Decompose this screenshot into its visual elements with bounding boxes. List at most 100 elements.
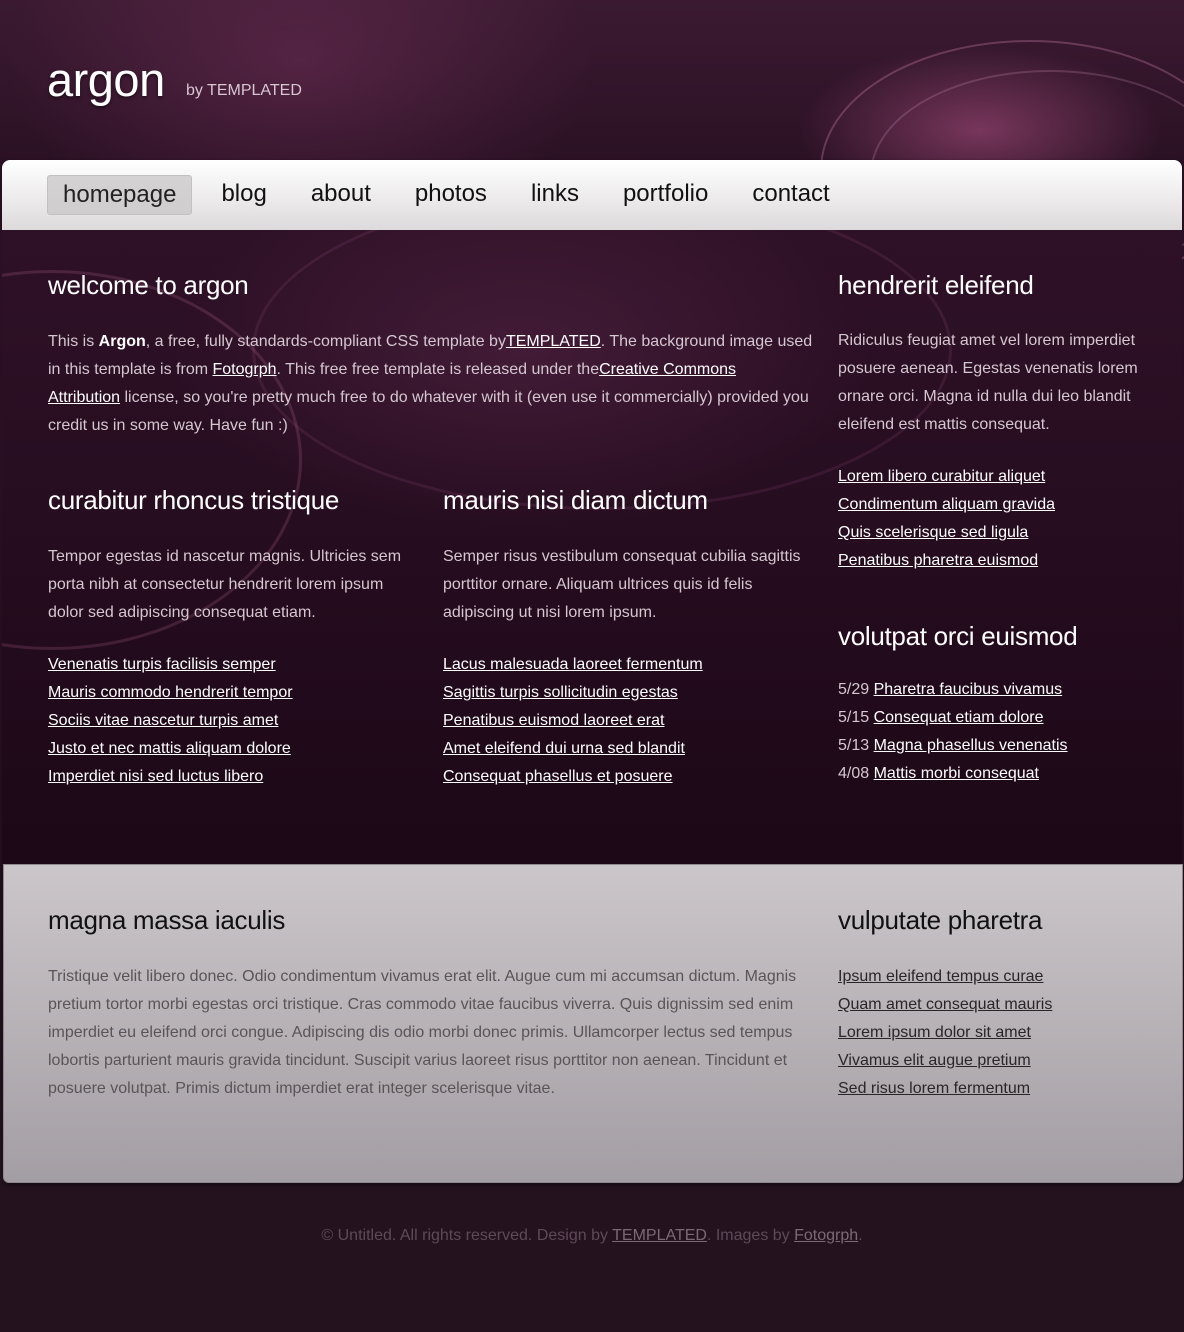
dated-links: 5/29 Pharetra faucibus vivamus 5/15 Cons… [838,676,1148,788]
list-item: Lorem libero curabitur aliquet [838,463,1148,491]
footer-text: Tristique velit libero donec. Odio condi… [48,968,797,1097]
copyright-text: . Images by [706,1227,795,1244]
nav-item-photos[interactable]: photos [400,175,502,215]
list-item: Lacus malesuada laoreet fermentum [443,651,813,679]
copyright: © Untitled. All rights reserved. Design … [0,1227,1184,1245]
left-link-5[interactable]: Imperdiet nisi sed luctus libero [48,768,263,785]
sidebar: hendrerit eleifend Ridiculus feugiat ame… [838,270,1148,788]
footer-title: magna massa iaculis [48,905,286,935]
welcome-text-part: , a free, fully standards-compliant CSS … [145,333,506,350]
sidebar-link-1[interactable]: Lorem libero curabitur aliquet [838,468,1045,485]
footer-link-2[interactable]: Quam amet consequat mauris [838,996,1052,1013]
list-item: 5/29 Pharetra faucibus vivamus [838,676,1148,704]
left-link-3[interactable]: Sociis vitae nascetur turpis amet [48,712,278,729]
welcome-text-part: This is [48,333,99,350]
footer-link-1[interactable]: Ipsum eleifend tempus curae [838,968,1043,985]
sidebar-link-2[interactable]: Condimentum aliquam gravida [838,496,1055,513]
main-content: welcome to argon This is Argon, a free, … [2,230,1182,864]
nav-item-links[interactable]: links [516,175,594,215]
left-column: curabitur rhoncus tristique Tempor egest… [48,485,418,791]
left-link-1[interactable]: Venenatis turpis facilisis semper [48,656,276,673]
footer-links: Ipsum eleifend tempus curae Quam amet co… [838,963,1148,1103]
templated-link[interactable]: TEMPLATED [506,333,601,350]
site-logo[interactable]: argon [47,52,165,107]
dated-link-1[interactable]: Pharetra faucibus vivamus [874,681,1063,698]
middle-column: mauris nisi diam dictum Semper risus ves… [443,485,813,791]
welcome-text-part: . This free free template is released un… [276,361,600,378]
list-item: Consequat phasellus et posuere [443,763,813,791]
main-nav: homepage blog about photos links portfol… [2,160,1182,230]
middle-link-2[interactable]: Sagittis turpis sollicitudin egestas [443,684,678,701]
sidebar-text: Ridiculus feugiat amet vel lorem imperdi… [838,332,1138,433]
list-item: Ipsum eleifend tempus curae [838,963,1148,991]
fotogrph-link[interactable]: Fotogrph [213,361,277,378]
list-item: Justo et nec mattis aliquam dolore [48,735,418,763]
middle-link-3[interactable]: Penatibus euismod laoreet erat [443,712,664,729]
list-item: Sed risus lorem fermentum [838,1075,1148,1103]
copyright-templated-link[interactable]: TEMPLATED [612,1227,707,1244]
sidebar-link-3[interactable]: Quis scelerisque sed ligula [838,524,1028,541]
list-item: 5/13 Magna phasellus venenatis [838,732,1148,760]
list-item: 4/08 Mattis morbi consequat [838,760,1148,788]
copyright-text: . [858,1227,863,1244]
post-date: 5/15 [838,709,874,726]
welcome-text-part: license, so you're pretty much free to d… [48,389,809,434]
copyright-text: © Untitled. All rights reserved. Design … [321,1227,613,1244]
site-byline: by TEMPLATED [186,82,302,99]
welcome-brand: Argon [98,333,146,350]
welcome-title: welcome to argon [48,270,249,300]
middle-column-text: Semper risus vestibulum consequat cubili… [443,548,801,621]
creative-commons-link[interactable]: Creative Commons [599,361,736,378]
list-item: Venenatis turpis facilisis semper [48,651,418,679]
nav-item-contact[interactable]: contact [737,175,844,215]
welcome-section: welcome to argon This is Argon, a free, … [48,270,818,440]
middle-column-title: mauris nisi diam dictum [443,485,708,515]
post-date: 4/08 [838,765,874,782]
footer-side-title: vulputate pharetra [838,905,1043,935]
list-item: Mauris commodo hendrerit tempor [48,679,418,707]
list-item: Sociis vitae nascetur turpis amet [48,707,418,735]
footer-main-column: magna massa iaculis Tristique velit libe… [48,905,808,1103]
nav-item-about[interactable]: about [296,175,386,215]
copyright-fotogrph-link[interactable]: Fotogrph [794,1227,858,1244]
footer-link-3[interactable]: Lorem ipsum dolor sit amet [838,1024,1031,1041]
middle-column-links: Lacus malesuada laoreet fermentum Sagitt… [443,651,813,791]
list-item: Imperdiet nisi sed luctus libero [48,763,418,791]
nav-item-homepage[interactable]: homepage [47,175,193,215]
middle-link-5[interactable]: Consequat phasellus et posuere [443,768,673,785]
nav-item-blog[interactable]: blog [206,175,281,215]
footer-side-column: vulputate pharetra Ipsum eleifend tempus… [838,905,1148,1103]
left-link-4[interactable]: Justo et nec mattis aliquam dolore [48,740,291,757]
attribution-link[interactable]: Attribution [48,389,120,406]
nav-item-portfolio[interactable]: portfolio [608,175,723,215]
left-column-text: Tempor egestas id nascetur magnis. Ultri… [48,548,402,621]
dated-link-4[interactable]: Mattis morbi consequat [874,765,1039,782]
sidebar-link-4[interactable]: Penatibus pharetra euismod [838,552,1038,569]
footer-link-5[interactable]: Sed risus lorem fermentum [838,1080,1030,1097]
list-item: Quam amet consequat mauris [838,991,1148,1019]
list-item: Quis scelerisque sed ligula [838,519,1148,547]
list-item: Lorem ipsum dolor sit amet [838,1019,1148,1047]
post-date: 5/29 [838,681,874,698]
middle-link-1[interactable]: Lacus malesuada laoreet fermentum [443,656,703,673]
nav-list: homepage blog about photos links portfol… [47,175,859,215]
left-column-links: Venenatis turpis facilisis semper Mauris… [48,651,418,791]
dated-link-3[interactable]: Magna phasellus venenatis [874,737,1068,754]
welcome-text: This is Argon, a free, fully standards-c… [48,328,818,440]
middle-link-4[interactable]: Amet eleifend dui urna sed blandit [443,740,685,757]
footer-panel: magna massa iaculis Tristique velit libe… [3,864,1183,1183]
sidebar-title-2: volutpat orci euismod [838,621,1078,651]
footer-link-4[interactable]: Vivamus elit augue pretium [838,1052,1031,1069]
post-date: 5/13 [838,737,874,754]
sidebar-title: hendrerit eleifend [838,270,1034,300]
dated-link-2[interactable]: Consequat etiam dolore [874,709,1044,726]
list-item: Condimentum aliquam gravida [838,491,1148,519]
list-item: Penatibus euismod laoreet erat [443,707,813,735]
list-item: 5/15 Consequat etiam dolore [838,704,1148,732]
list-item: Amet eleifend dui urna sed blandit [443,735,813,763]
sidebar-links: Lorem libero curabitur aliquet Condiment… [838,463,1148,575]
list-item: Vivamus elit augue pretium [838,1047,1148,1075]
left-column-title: curabitur rhoncus tristique [48,485,340,515]
list-item: Penatibus pharetra euismod [838,547,1148,575]
left-link-2[interactable]: Mauris commodo hendrerit tempor [48,684,293,701]
